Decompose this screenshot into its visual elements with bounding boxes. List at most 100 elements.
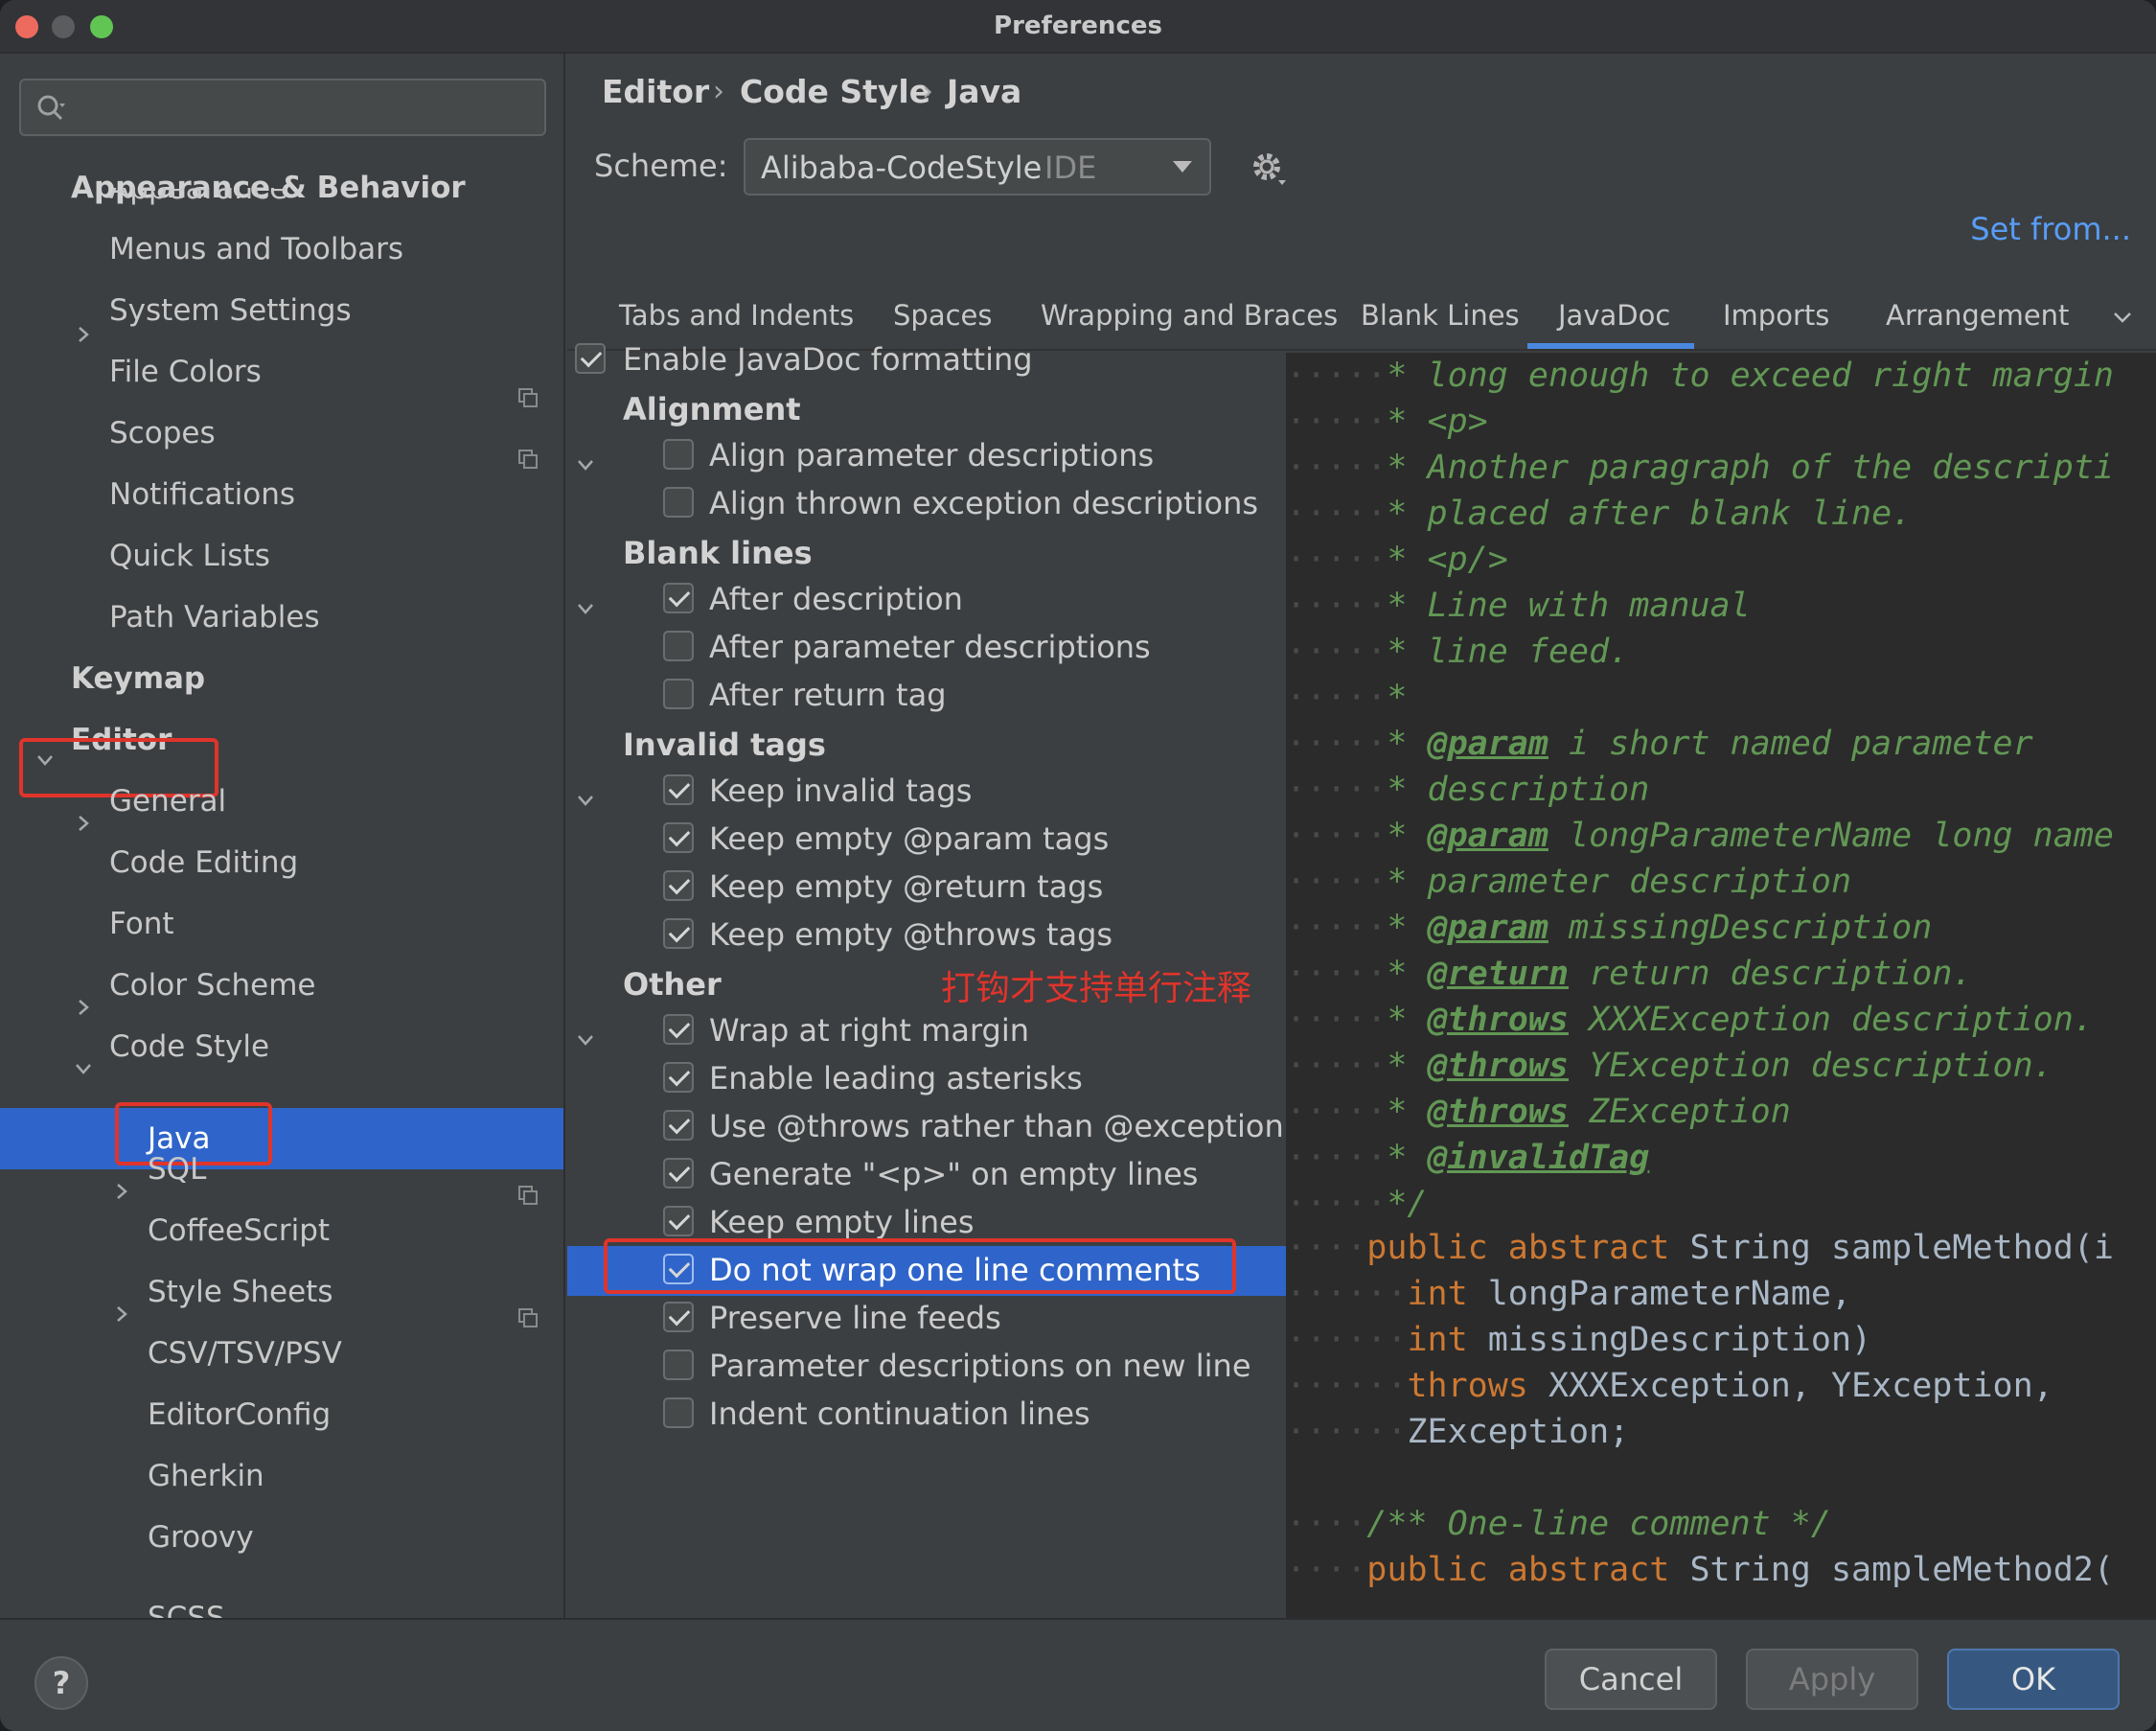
after-description-checkbox[interactable] xyxy=(663,583,694,613)
sidebar-item-gherkin[interactable]: Gherkin xyxy=(148,1449,264,1503)
indent-continuation-checkbox[interactable] xyxy=(663,1397,694,1428)
javadoc-line: ·····* @param missingDescription xyxy=(1286,909,1933,947)
javadoc-text: long enough to exceed right margin xyxy=(1427,357,2114,395)
javadoc-line: ·····* @param longParameterName long nam… xyxy=(1286,817,2114,855)
javadoc-text: description xyxy=(1427,771,1650,809)
sidebar-item-file-colors[interactable]: File Colors xyxy=(109,345,262,399)
apply-button[interactable]: Apply xyxy=(1746,1649,1918,1710)
generate-p-checkbox[interactable] xyxy=(663,1158,694,1189)
sidebar-item-color-scheme[interactable]: Color Scheme xyxy=(109,958,316,1012)
align-thrown-checkbox[interactable] xyxy=(663,487,694,518)
copy-settings-icon xyxy=(518,388,538,407)
scheme-dropdown[interactable]: Alibaba-CodeStyle IDE xyxy=(744,138,1211,196)
code-comment: /** One-line comment */ xyxy=(1366,1505,1831,1543)
javadoc-asterisk: * xyxy=(1387,541,1428,579)
after-return-checkbox[interactable] xyxy=(663,679,694,709)
preserve-feeds-checkbox[interactable] xyxy=(663,1302,694,1332)
javadoc-asterisk: * xyxy=(1387,909,1428,947)
use-throws-checkbox[interactable] xyxy=(663,1110,694,1141)
sidebar-item-general[interactable]: General xyxy=(109,774,226,828)
sidebar-item-notifications[interactable]: Notifications xyxy=(109,468,295,521)
keep-invalid-checkbox[interactable] xyxy=(663,774,694,805)
sidebar-item-appearance[interactable]: Appearance xyxy=(109,188,287,213)
sidebar-item-menus-toolbars[interactable]: Menus and Toolbars xyxy=(109,222,403,276)
sidebar-item-keymap[interactable]: Keymap xyxy=(71,652,205,705)
help-button[interactable]: ? xyxy=(34,1656,88,1710)
tab-imports[interactable]: Imports xyxy=(1723,299,1829,332)
group-alignment: Alignment xyxy=(623,391,801,427)
code-text: XXXException, YException, xyxy=(1527,1367,2053,1405)
breadcrumb-java: Java xyxy=(947,73,1022,110)
chevron-right-icon[interactable] xyxy=(73,997,94,1018)
dialog-footer: ? Cancel Apply OK xyxy=(0,1618,2156,1731)
breadcrumb-code-style[interactable]: Code Style xyxy=(740,73,930,110)
javadoc-tag: @throws xyxy=(1427,1093,1570,1131)
sidebar-item-appearance-label: Appearance xyxy=(109,188,288,206)
code-keyword: public abstract xyxy=(1366,1551,1670,1589)
sidebar-item-quick-lists[interactable]: Quick Lists xyxy=(109,529,270,583)
tab-javadoc[interactable]: JavaDoc xyxy=(1558,299,1670,332)
sidebar-item-scss[interactable]: SCSS xyxy=(148,1591,225,1618)
leading-asterisks-checkbox[interactable] xyxy=(663,1062,694,1093)
tab-wrapping-and-braces[interactable]: Wrapping and Braces xyxy=(1041,299,1338,332)
javadoc-line: ·····* Another paragraph of the descript… xyxy=(1286,449,2114,487)
javadoc-asterisk: * xyxy=(1387,449,1428,487)
javadoc-line: ·····* placed after blank line. xyxy=(1286,495,1913,533)
keep-throws-checkbox[interactable] xyxy=(663,918,694,949)
javadoc-line: ·····* @throws ZException xyxy=(1286,1093,1791,1131)
code-keyword: int xyxy=(1407,1321,1468,1359)
sidebar-item-scopes[interactable]: Scopes xyxy=(109,406,216,460)
group-blank-lines: Blank lines xyxy=(623,535,813,571)
javadoc-line: ·····* xyxy=(1286,679,1408,717)
chevron-down-icon[interactable] xyxy=(575,454,596,475)
sidebar-item-path-variables[interactable]: Path Variables xyxy=(109,590,320,644)
tab-blank-lines[interactable]: Blank Lines xyxy=(1361,299,1520,332)
cancel-button[interactable]: Cancel xyxy=(1545,1649,1717,1710)
javadoc-asterisk: * xyxy=(1387,679,1408,717)
chevron-right-icon[interactable] xyxy=(73,324,94,345)
chevron-down-icon[interactable] xyxy=(575,790,596,811)
indent-continuation-label: Indent continuation lines xyxy=(709,1396,1090,1432)
javadoc-line: ·····* parameter description xyxy=(1286,863,1852,901)
after-param-checkbox[interactable] xyxy=(663,631,694,661)
ok-button[interactable]: OK xyxy=(1947,1649,2120,1710)
keep-return-checkbox[interactable] xyxy=(663,870,694,901)
javadoc-asterisk: * xyxy=(1387,403,1428,441)
chevron-down-icon[interactable] xyxy=(73,1058,94,1079)
gear-icon[interactable] xyxy=(1248,148,1290,190)
chevron-down-icon[interactable] xyxy=(575,598,596,619)
keep-param-checkbox[interactable] xyxy=(663,822,694,853)
sidebar-item-system-settings[interactable]: System Settings xyxy=(109,284,352,337)
breadcrumb-editor[interactable]: Editor xyxy=(602,73,709,110)
javadoc-asterisk: * xyxy=(1387,725,1428,763)
sidebar-item-groovy[interactable]: Groovy xyxy=(148,1511,254,1564)
sidebar-item-code-style[interactable]: Code Style xyxy=(109,1020,269,1073)
javadoc-tag: @param xyxy=(1427,909,1548,947)
sidebar-item-font[interactable]: Font xyxy=(109,897,174,951)
sidebar-item-style-sheets[interactable]: Style Sheets xyxy=(148,1265,333,1319)
keep-empty-lines-checkbox[interactable] xyxy=(663,1206,694,1236)
sidebar-item-code-editing[interactable]: Code Editing xyxy=(109,836,298,889)
javadoc-asterisk: * xyxy=(1387,955,1428,993)
javadoc-line: ·····*/ xyxy=(1286,1185,1428,1223)
javadoc-tag: @param xyxy=(1427,817,1548,855)
sidebar-item-csv[interactable]: CSV/TSV/PSV xyxy=(148,1327,342,1380)
align-params-label: Align parameter descriptions xyxy=(709,437,1155,473)
wrap-margin-checkbox[interactable] xyxy=(663,1014,694,1045)
sidebar-item-sql[interactable]: SQL xyxy=(148,1142,206,1196)
param-new-line-checkbox[interactable] xyxy=(663,1350,694,1380)
chevron-right-icon[interactable] xyxy=(73,813,94,834)
chevron-right-icon[interactable] xyxy=(111,1304,132,1325)
settings-search-input[interactable] xyxy=(19,79,546,136)
tab-tabs-and-indents[interactable]: Tabs and Indents xyxy=(619,299,854,332)
set-from-link[interactable]: Set from... xyxy=(1970,211,2131,247)
tab-arrangement[interactable]: Arrangement xyxy=(1886,299,2069,332)
align-params-checkbox[interactable] xyxy=(663,439,694,470)
sidebar-item-coffeescript[interactable]: CoffeeScript xyxy=(148,1204,330,1258)
sidebar-item-editorconfig[interactable]: EditorConfig xyxy=(148,1388,331,1442)
chevron-down-icon[interactable] xyxy=(575,1029,596,1050)
chevron-right-icon[interactable] xyxy=(111,1181,132,1202)
chevron-down-icon[interactable] xyxy=(2110,305,2135,330)
javadoc-asterisk: * xyxy=(1387,863,1428,901)
tab-spaces[interactable]: Spaces xyxy=(893,299,992,332)
